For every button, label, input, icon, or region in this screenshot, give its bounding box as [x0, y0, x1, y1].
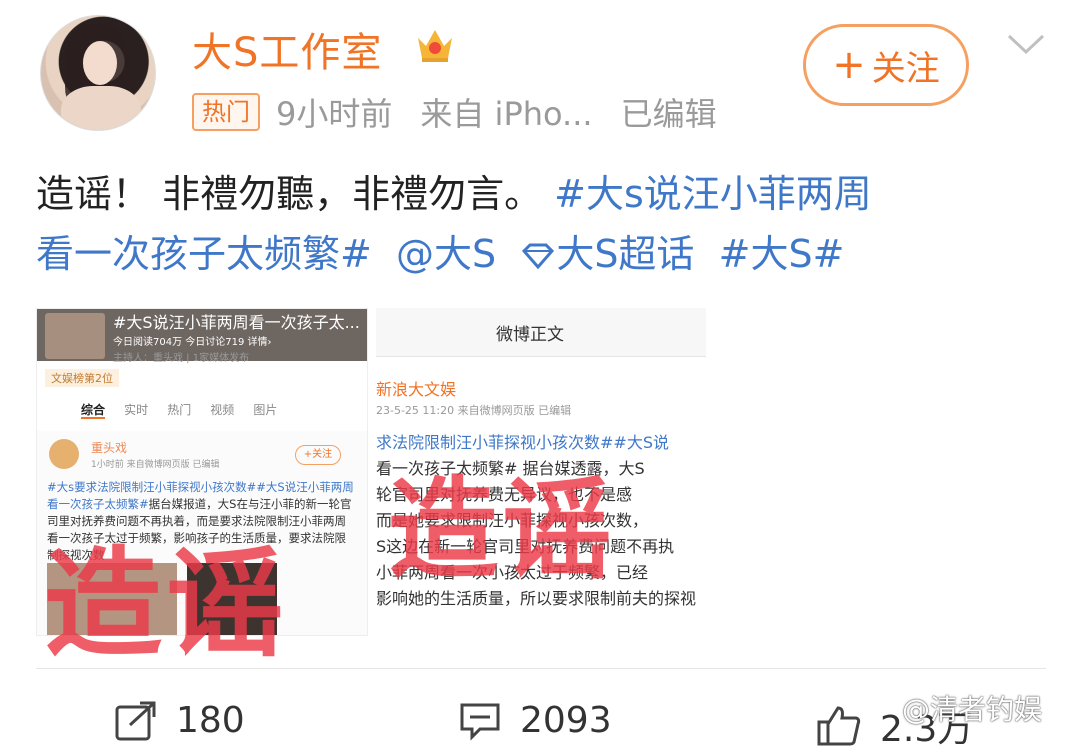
- post-source: 来自 iPho...: [420, 95, 593, 133]
- embedded-author: 重头戏: [91, 441, 128, 455]
- hashtag-link-cont[interactable]: 看一次孩子太频繁#: [36, 232, 372, 276]
- edited-label: 已编辑: [620, 95, 717, 133]
- banner-stats: 今日阅读704万 今日讨论719 详情›: [113, 337, 272, 348]
- post-text: 造谣！ 非禮勿聽，非禮勿言。 #大s说汪小菲两周 看一次孩子太频繁# @大S 大…: [36, 164, 1046, 284]
- username[interactable]: 大S工作室: [192, 20, 382, 78]
- follow-label: 关注: [871, 48, 940, 89]
- comment-count: 2093: [520, 700, 612, 741]
- watermark: @清者钓娱: [902, 693, 1043, 726]
- divider: [36, 668, 1046, 669]
- post-meta: 热门 9小时前 来自 iPho... 已编辑: [192, 92, 717, 133]
- supertopic-label: 大S超话: [556, 232, 695, 276]
- diamond-icon: [522, 243, 555, 270]
- post-time: 9小时前: [276, 95, 393, 133]
- mention-link[interactable]: @大S: [396, 232, 496, 276]
- repost-icon: [115, 701, 156, 740]
- crown-icon: [418, 30, 452, 62]
- rumor-stamp-left: 造谣: [44, 535, 289, 673]
- rumor-stamp-right: 造谣: [388, 466, 616, 594]
- repost-button[interactable]: 180: [114, 700, 245, 741]
- author-avatar: [49, 439, 79, 469]
- hashtag-link[interactable]: #大s说汪小菲两周: [554, 172, 872, 216]
- chevron-down-icon[interactable]: [1006, 32, 1046, 56]
- follow-button[interactable]: + 关注: [803, 24, 969, 106]
- repost-count: 180: [176, 700, 245, 741]
- embedded-meta: 1小时前 来自微博网页版 已编辑: [91, 460, 220, 470]
- comment-icon: [460, 703, 500, 741]
- image-header: 微博正文: [376, 308, 706, 357]
- plus-icon: +: [832, 42, 866, 88]
- hot-badge: 热门: [192, 93, 260, 131]
- banner-host: 主持人：重头戏 | 1家媒体发布: [113, 353, 250, 364]
- post-body-text: 造谣！ 非禮勿聽，非禮勿言。: [36, 172, 555, 216]
- banner-title: #大S说汪小菲两周看一次孩子太...: [113, 313, 360, 332]
- hashtag-link-2[interactable]: #大S#: [719, 232, 845, 276]
- topic-banner: #大S说汪小菲两周看一次孩子太... 今日阅读704万 今日讨论719 详情› …: [37, 309, 367, 364]
- comment-button[interactable]: 2093: [458, 700, 612, 741]
- embedded-meta-2: 23-5-25 11:20 来自微博网页版 已编辑: [376, 404, 572, 417]
- image-tabs: 综合 实时 热门 视频 图片: [81, 403, 278, 419]
- embedded-author-2: 新浪大文娱: [376, 380, 457, 399]
- avatar[interactable]: [40, 15, 156, 131]
- rank-badge: 文娱榜第2位: [45, 369, 119, 387]
- embedded-follow: +关注: [295, 445, 341, 465]
- thumbs-up-icon: [817, 706, 861, 746]
- supertopic-link[interactable]: 大S超话: [520, 232, 694, 276]
